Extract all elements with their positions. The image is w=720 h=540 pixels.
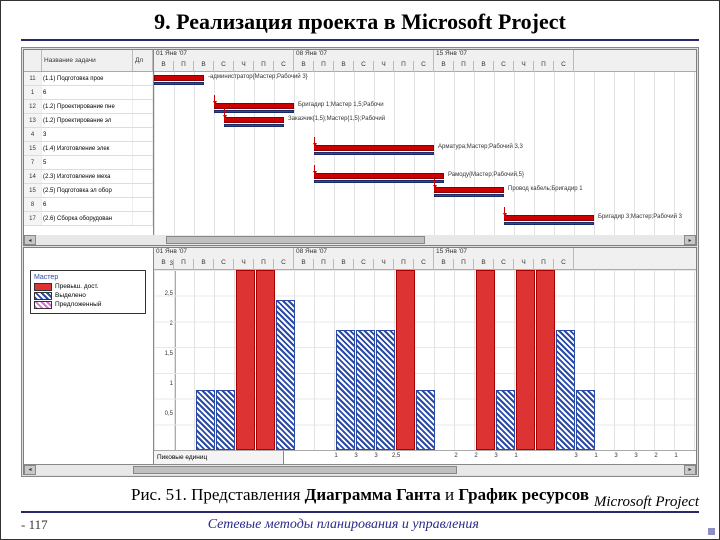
time-scale[interactable]: 01 Янв '0708 Янв '0715 Янв '07ВПВСЧПСВПВ… [154,248,696,270]
gantt-bar[interactable] [434,187,504,193]
msproject-app: Название задачи Дл 11(1.1) Подготовка пр… [21,47,699,477]
resource-bar[interactable] [216,390,235,450]
footer-value: 1 [674,453,677,459]
col-id[interactable] [24,50,42,71]
footer-value: 1 [594,453,597,459]
col-name[interactable]: Название задачи [42,50,133,71]
resource-bar[interactable] [256,270,275,450]
footer-value: 3 [614,453,617,459]
table-row[interactable]: 16 [24,86,153,100]
bar-label: -администратор{Мастер;Рабочий 3} [208,74,308,80]
scroll-right-icon[interactable]: ▸ [684,235,696,245]
resource-bar[interactable] [356,330,375,450]
footer-value: 1 [334,453,337,459]
time-scale[interactable]: 01 Янв '0708 Янв '0715 Янв '07ВПВСЧПСВПВ… [154,50,696,72]
bar-label: Провод кабель;Бригадир 1 [508,186,583,192]
bar-label: Рамоду{Мастер;Рабочий,5} [448,172,524,178]
footer-appname: Microsoft Project [594,494,699,511]
resource-graph-view: Мастер Превыш. дост.ВыделеноПредложенный… [23,247,697,475]
table-row[interactable]: 43 [24,128,153,142]
footer-value: 3 [574,453,577,459]
resource-bar[interactable] [476,270,495,450]
footer-label: Пиковые единиц [154,451,284,464]
legend-title: Мастер [34,274,142,281]
table-row[interactable]: 17(2.6) Сборка оборудован [24,212,153,226]
scroll-left-icon[interactable]: ◂ [24,465,36,475]
page-number: - 117 [21,517,48,533]
legend-item: Превыш. дост. [34,283,142,291]
bar-label: Заказчик{1,5};Мастер{1,5};Рабочий [288,116,385,122]
scroll-right-icon[interactable]: ▸ [684,465,696,475]
resource-bar[interactable] [516,270,535,450]
table-row[interactable]: 86 [24,198,153,212]
footer-value: 2 [474,453,477,459]
gantt-hscroll[interactable]: ◂ ▸ [24,235,696,245]
resource-bar[interactable] [576,390,595,450]
gantt-bar[interactable] [224,117,284,123]
resource-bar[interactable] [276,300,295,450]
resource-bar[interactable] [376,330,395,450]
footer-subtitle: Сетевые методы планирования и управления [48,517,639,533]
resource-bar[interactable] [496,390,515,450]
footer-value: 3 [354,453,357,459]
gantt-view: Название задачи Дл 11(1.1) Подготовка пр… [23,49,697,246]
task-table[interactable]: Название задачи Дл 11(1.1) Подготовка пр… [24,50,154,235]
footer-value: 2 [454,453,457,459]
resource-legend-col: Мастер Превыш. дост.ВыделеноПредложенный [24,248,154,464]
footer-value: 2 [654,453,657,459]
resource-hscroll[interactable]: ◂ ▸ [24,464,696,474]
resource-bar[interactable] [536,270,555,450]
table-row[interactable]: 12(1.2) Проектирование пне [24,100,153,114]
resource-chart[interactable]: 01 Янв '0708 Янв '0715 Янв '07ВПВСЧПСВПВ… [154,248,696,464]
slide-title: 9. Реализация проекта в Microsoft Projec… [21,9,699,41]
scroll-left-icon[interactable]: ◂ [24,235,36,245]
table-row[interactable]: 13(1.2) Проектирование эл [24,114,153,128]
resource-bar[interactable] [556,330,575,450]
gantt-bar[interactable] [314,145,434,151]
gantt-bar[interactable] [214,103,294,109]
gantt-bar[interactable] [314,173,444,179]
table-row[interactable]: 15(1.4) Изготовление элек [24,142,153,156]
legend-item: Выделено [34,292,142,300]
table-row[interactable]: 75 [24,156,153,170]
bar-label: Бригадир 3;Мастер;Рабочий 3 [598,214,682,220]
table-row[interactable]: 14(2.3) Изготовление меха [24,170,153,184]
gantt-bar[interactable] [154,75,204,81]
resource-footer: Пиковые единиц 1 3 3 2,5 2 2 3 1 3 1 3 3 2 1 [154,450,696,464]
col-duration[interactable]: Дл [133,50,153,71]
task-header: Название задачи Дл [24,50,153,72]
resource-bar[interactable] [396,270,415,450]
legend-item: Предложенный [34,301,142,309]
resource-bar[interactable] [236,270,255,450]
slide-corner-icon [708,528,715,535]
bar-label: Арматура;Мастер;Рабочий 3,3 [438,144,523,150]
resource-bar[interactable] [416,390,435,450]
footer-value: 3 [494,453,497,459]
gantt-bar[interactable] [504,215,594,221]
footer-value: 3 [374,453,377,459]
footer-value: 3 [634,453,637,459]
footer-value: 1 [514,453,517,459]
table-row[interactable]: 11(1.1) Подготовка прое [24,72,153,86]
legend-box: Мастер Превыш. дост.ВыделеноПредложенный [30,270,146,314]
footer-value: 2,5 [392,453,400,459]
resource-bar[interactable] [196,390,215,450]
gantt-chart[interactable]: 01 Янв '0708 Янв '0715 Янв '07ВПВСЧПСВПВ… [154,50,696,235]
resource-bar[interactable] [336,330,355,450]
bar-label: Бригадир 1;Мастер 1,5;Рабочи [298,102,384,108]
table-row[interactable]: 15(2.5) Подготовка эл обор [24,184,153,198]
